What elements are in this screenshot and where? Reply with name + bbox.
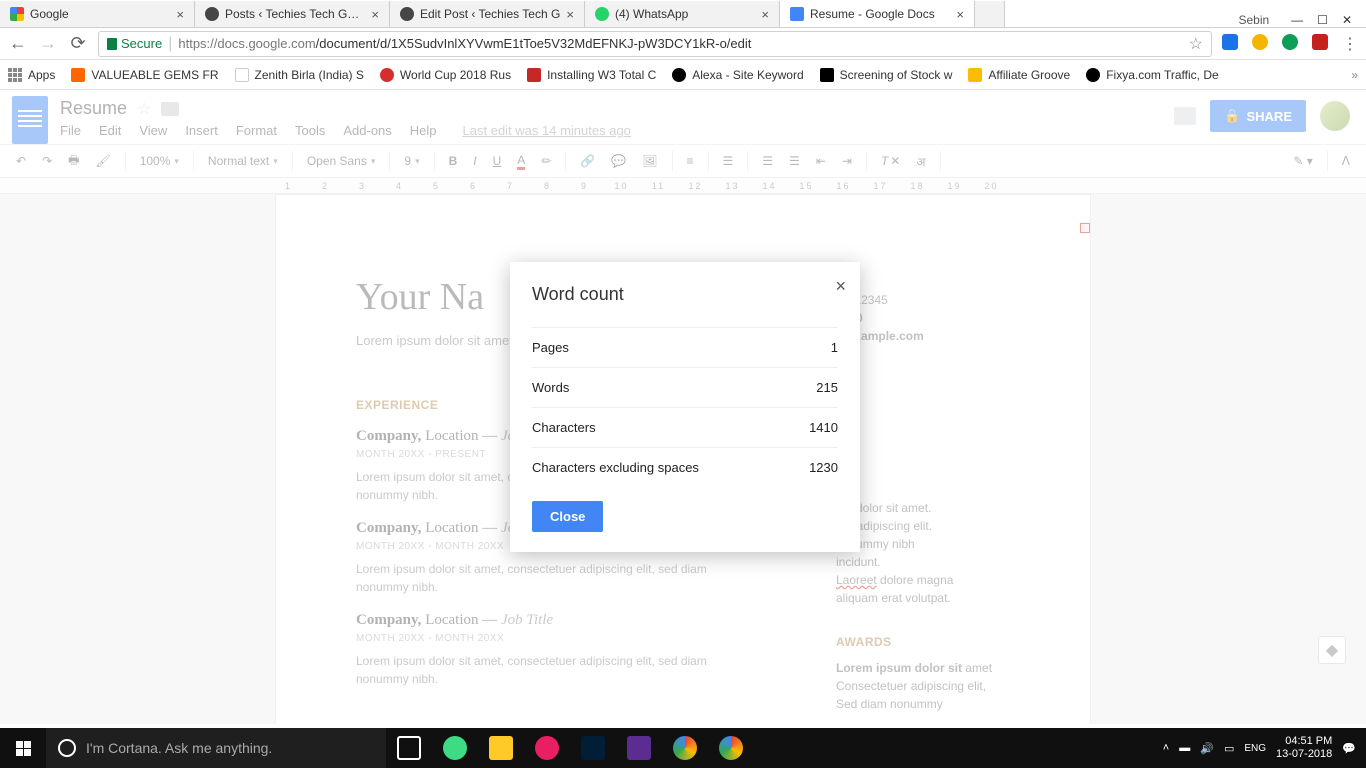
window-close-icon[interactable]: ✕ [1342,13,1352,27]
back-button[interactable]: ← [8,33,28,54]
close-icon[interactable]: × [566,7,574,22]
forward-button[interactable]: → [38,33,58,54]
taskbar-clock[interactable]: 04:51 PM 13-07-2018 [1276,735,1332,761]
volume-icon[interactable]: 🔊 [1200,742,1214,755]
bookmark-item[interactable]: Installing W3 Total C [527,68,656,82]
browser-tab[interactable]: Edit Post ‹ Techies Tech G × [390,1,585,27]
bookmark-item[interactable]: Fixya.com Traffic, De [1086,68,1218,82]
close-icon[interactable]: × [761,7,769,22]
chrome-user-label[interactable]: Sebin [1238,13,1277,27]
url-input[interactable]: Secure | https://docs.google.com/documen… [98,31,1212,57]
browser-tab[interactable]: Google × [0,1,195,27]
google-favicon [10,7,24,21]
windows-logo-icon [16,741,31,756]
windows-taskbar: I'm Cortana. Ask me anything. ˄ ▬ 🔊 ▭ EN… [0,728,1366,768]
bookmark-item[interactable]: Affiliate Groove [968,68,1070,82]
system-tray: ˄ ▬ 🔊 ▭ ENG 04:51 PM 13-07-2018 💬 [1153,735,1366,761]
taskbar-app[interactable] [432,728,478,768]
taskbar-app[interactable] [524,728,570,768]
url-text: https://docs.google.com/document/d/1X5Su… [178,36,751,51]
cortana-placeholder: I'm Cortana. Ask me anything. [86,740,272,756]
bookmark-item[interactable]: World Cup 2018 Rus [380,68,511,82]
lock-icon [107,38,117,50]
star-icon[interactable]: ☆ [1189,34,1203,54]
bookmark-item[interactable]: Screening of Stock w [820,68,953,82]
word-count-dialog: × Word count Pages1 Words215 Characters1… [510,262,860,552]
whatsapp-favicon [595,7,609,21]
tab-title: (4) WhatsApp [615,7,755,21]
tab-title: Edit Post ‹ Techies Tech G [420,7,560,21]
taskbar-app[interactable] [616,728,662,768]
wordpress-favicon [205,7,219,21]
window-maximize-icon[interactable]: ☐ [1317,13,1328,27]
bookmarks-overflow[interactable]: » [1351,68,1358,82]
task-view-button[interactable] [386,728,432,768]
browser-tab-active[interactable]: Resume - Google Docs × [780,1,975,27]
taskbar-app[interactable] [662,728,708,768]
extension-icon[interactable] [1252,34,1268,50]
wordpress-favicon [400,7,414,21]
browser-tab[interactable]: Posts ‹ Techies Tech Guide × [195,1,390,27]
network-icon[interactable]: ▬ [1179,742,1190,754]
tab-title: Resume - Google Docs [810,7,950,21]
word-count-row: Words215 [532,367,838,407]
start-button[interactable] [0,728,46,768]
cortana-icon [58,739,76,757]
reload-button[interactable]: ⟳ [68,33,88,54]
word-count-row: Characters1410 [532,407,838,447]
tab-title: Google [30,7,170,21]
extension-icon[interactable] [1282,34,1298,50]
taskbar-app[interactable] [570,728,616,768]
bookmark-item[interactable]: Zenith Birla (India) S [235,68,364,82]
apps-button[interactable]: Apps [8,68,55,82]
taskbar-app[interactable] [478,728,524,768]
secure-badge: Secure [107,36,162,51]
tray-chevron-icon[interactable]: ˄ [1163,742,1169,754]
address-bar: ← → ⟳ Secure | https://docs.google.com/d… [0,28,1366,60]
apps-label: Apps [28,68,55,82]
secure-label: Secure [121,36,162,51]
close-icon[interactable]: × [956,7,964,22]
tab-title: Posts ‹ Techies Tech Guide [225,7,365,21]
close-icon[interactable]: × [835,276,846,297]
taskbar-app[interactable] [708,728,754,768]
browser-tab[interactable]: (4) WhatsApp × [585,1,780,27]
bookmarks-bar: Apps VALUEABLE GEMS FR Zenith Birla (Ind… [0,60,1366,90]
new-tab-button[interactable] [975,1,1005,27]
word-count-row: Pages1 [532,327,838,367]
close-icon[interactable]: × [176,7,184,22]
notifications-icon[interactable]: 💬 [1342,742,1356,755]
extension-icon[interactable] [1222,34,1238,50]
word-count-row: Characters excluding spaces1230 [532,447,838,487]
dialog-title: Word count [532,284,838,305]
extension-icon[interactable] [1312,34,1328,50]
close-button[interactable]: Close [532,501,603,532]
window-minimize-icon[interactable]: — [1291,13,1303,27]
bookmark-item[interactable]: Alexa - Site Keyword [672,68,803,82]
docs-favicon [790,7,804,21]
battery-icon[interactable]: ▭ [1224,742,1234,755]
chrome-menu-icon[interactable]: ⋮ [1342,34,1358,54]
bookmark-item[interactable]: VALUEABLE GEMS FR [71,68,218,82]
language-indicator[interactable]: ENG [1244,743,1266,754]
cortana-search[interactable]: I'm Cortana. Ask me anything. [46,728,386,768]
close-icon[interactable]: × [371,7,379,22]
browser-tab-strip: Google × Posts ‹ Techies Tech Guide × Ed… [0,0,1366,28]
